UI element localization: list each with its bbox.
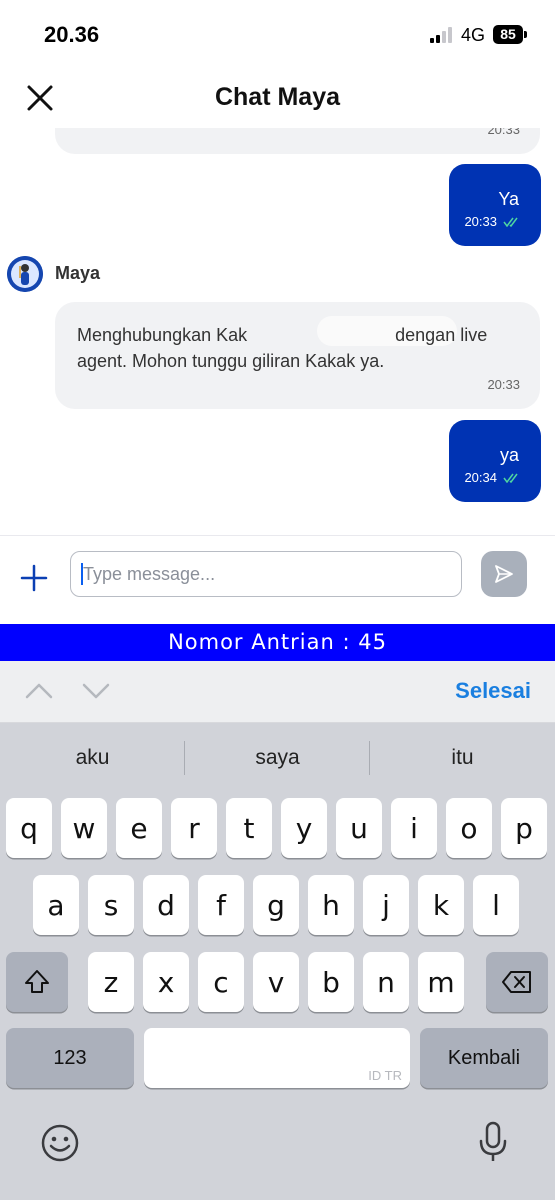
network-type: 4G [461, 25, 486, 45]
battery-tip [524, 31, 527, 38]
numbers-key[interactable]: 123 [6, 1028, 134, 1088]
shift-icon [25, 970, 49, 993]
key[interactable]: w [61, 798, 107, 858]
chat-header: Chat Maya [0, 70, 555, 128]
suggestion-item[interactable]: saya [185, 723, 370, 793]
key[interactable]: q [6, 798, 52, 858]
key[interactable]: s [88, 875, 134, 935]
message-composer [0, 535, 555, 624]
microphone-icon [479, 1121, 507, 1161]
double-check-icon [503, 473, 518, 483]
key[interactable]: v [253, 952, 299, 1012]
key[interactable]: a [33, 875, 79, 935]
dictation-button[interactable] [478, 1120, 508, 1169]
keyboard: aku saya itu q w e r t y u i o p a s d f… [0, 723, 555, 1200]
queue-number-banner: Nomor Antrian : 45 [0, 624, 555, 661]
key[interactable]: x [143, 952, 189, 1012]
keyboard-language-tag: ID TR [368, 1068, 402, 1083]
key[interactable]: o [446, 798, 492, 858]
key[interactable]: y [281, 798, 327, 858]
next-field-icon[interactable] [81, 679, 111, 703]
bot-message: 20:33 [55, 128, 540, 154]
attach-button[interactable] [19, 563, 49, 593]
key[interactable]: e [116, 798, 162, 858]
user-message: ya 20:34 [449, 420, 541, 502]
user-message: Ya 20:33 [449, 164, 541, 246]
key[interactable]: d [143, 875, 189, 935]
keyboard-toolbar: Selesai [0, 661, 555, 723]
chat-screen: 20.36 4G 85 Chat Maya 20:33 Ya 20:33 May… [0, 0, 555, 1200]
key[interactable]: r [171, 798, 217, 858]
suggestion-bar: aku saya itu [0, 723, 555, 793]
done-button[interactable]: Selesai [455, 678, 531, 704]
sender-name: Maya [55, 263, 101, 283]
key[interactable]: i [391, 798, 437, 858]
key[interactable]: f [198, 875, 244, 935]
key[interactable]: t [226, 798, 272, 858]
return-key[interactable]: Kembali [420, 1028, 548, 1088]
message-time: 20:33 [487, 377, 520, 392]
key[interactable]: u [336, 798, 382, 858]
shift-key[interactable] [6, 952, 68, 1012]
key[interactable]: h [308, 875, 354, 935]
send-button[interactable] [481, 551, 527, 597]
suggestion-item[interactable]: aku [0, 723, 185, 793]
key[interactable]: j [363, 875, 409, 935]
double-check-icon [503, 217, 518, 227]
battery-icon: 85 [493, 25, 523, 44]
message-time: 20:33 [487, 128, 520, 137]
message-text: Ya [498, 189, 519, 209]
message-time: 20:34 [464, 470, 497, 485]
message-list[interactable]: 20:33 Ya 20:33 Maya Menghubungkan Kak de… [0, 128, 555, 535]
message-text: ya [499, 445, 519, 465]
key[interactable]: k [418, 875, 464, 935]
status-bar: 20.36 4G 85 [0, 0, 555, 70]
signal-icon [430, 27, 456, 43]
backspace-key[interactable] [486, 952, 548, 1012]
key[interactable]: p [501, 798, 547, 858]
message-time: 20:33 [464, 214, 497, 229]
key[interactable]: n [363, 952, 409, 1012]
bot-message: Menghubungkan Kak dengan live agent. Moho… [55, 302, 540, 409]
key[interactable]: c [198, 952, 244, 1012]
message-input[interactable] [70, 551, 462, 597]
key[interactable]: m [418, 952, 464, 1012]
send-icon [495, 565, 513, 583]
plus-icon [20, 564, 48, 592]
status-time: 20.36 [44, 22, 100, 47]
space-key[interactable]: ID TR [144, 1028, 410, 1088]
message-text: Menghubungkan Kak dengan live agent. Moho… [77, 325, 488, 371]
key[interactable]: z [88, 952, 134, 1012]
suggestion-item[interactable]: itu [370, 723, 555, 793]
message-meta: 20:33 [464, 214, 521, 229]
message-meta: 20:34 [464, 470, 521, 485]
previous-field-icon[interactable] [24, 679, 54, 703]
backspace-icon [502, 971, 531, 993]
key[interactable]: g [253, 875, 299, 935]
text-caret [81, 563, 83, 585]
key[interactable]: b [308, 952, 354, 1012]
page-title: Chat Maya [214, 83, 341, 111]
emoji-icon [41, 1124, 79, 1162]
emoji-button[interactable] [40, 1123, 80, 1168]
maya-avatar-icon [7, 256, 43, 292]
key[interactable]: l [473, 875, 519, 935]
avatar [7, 256, 43, 292]
